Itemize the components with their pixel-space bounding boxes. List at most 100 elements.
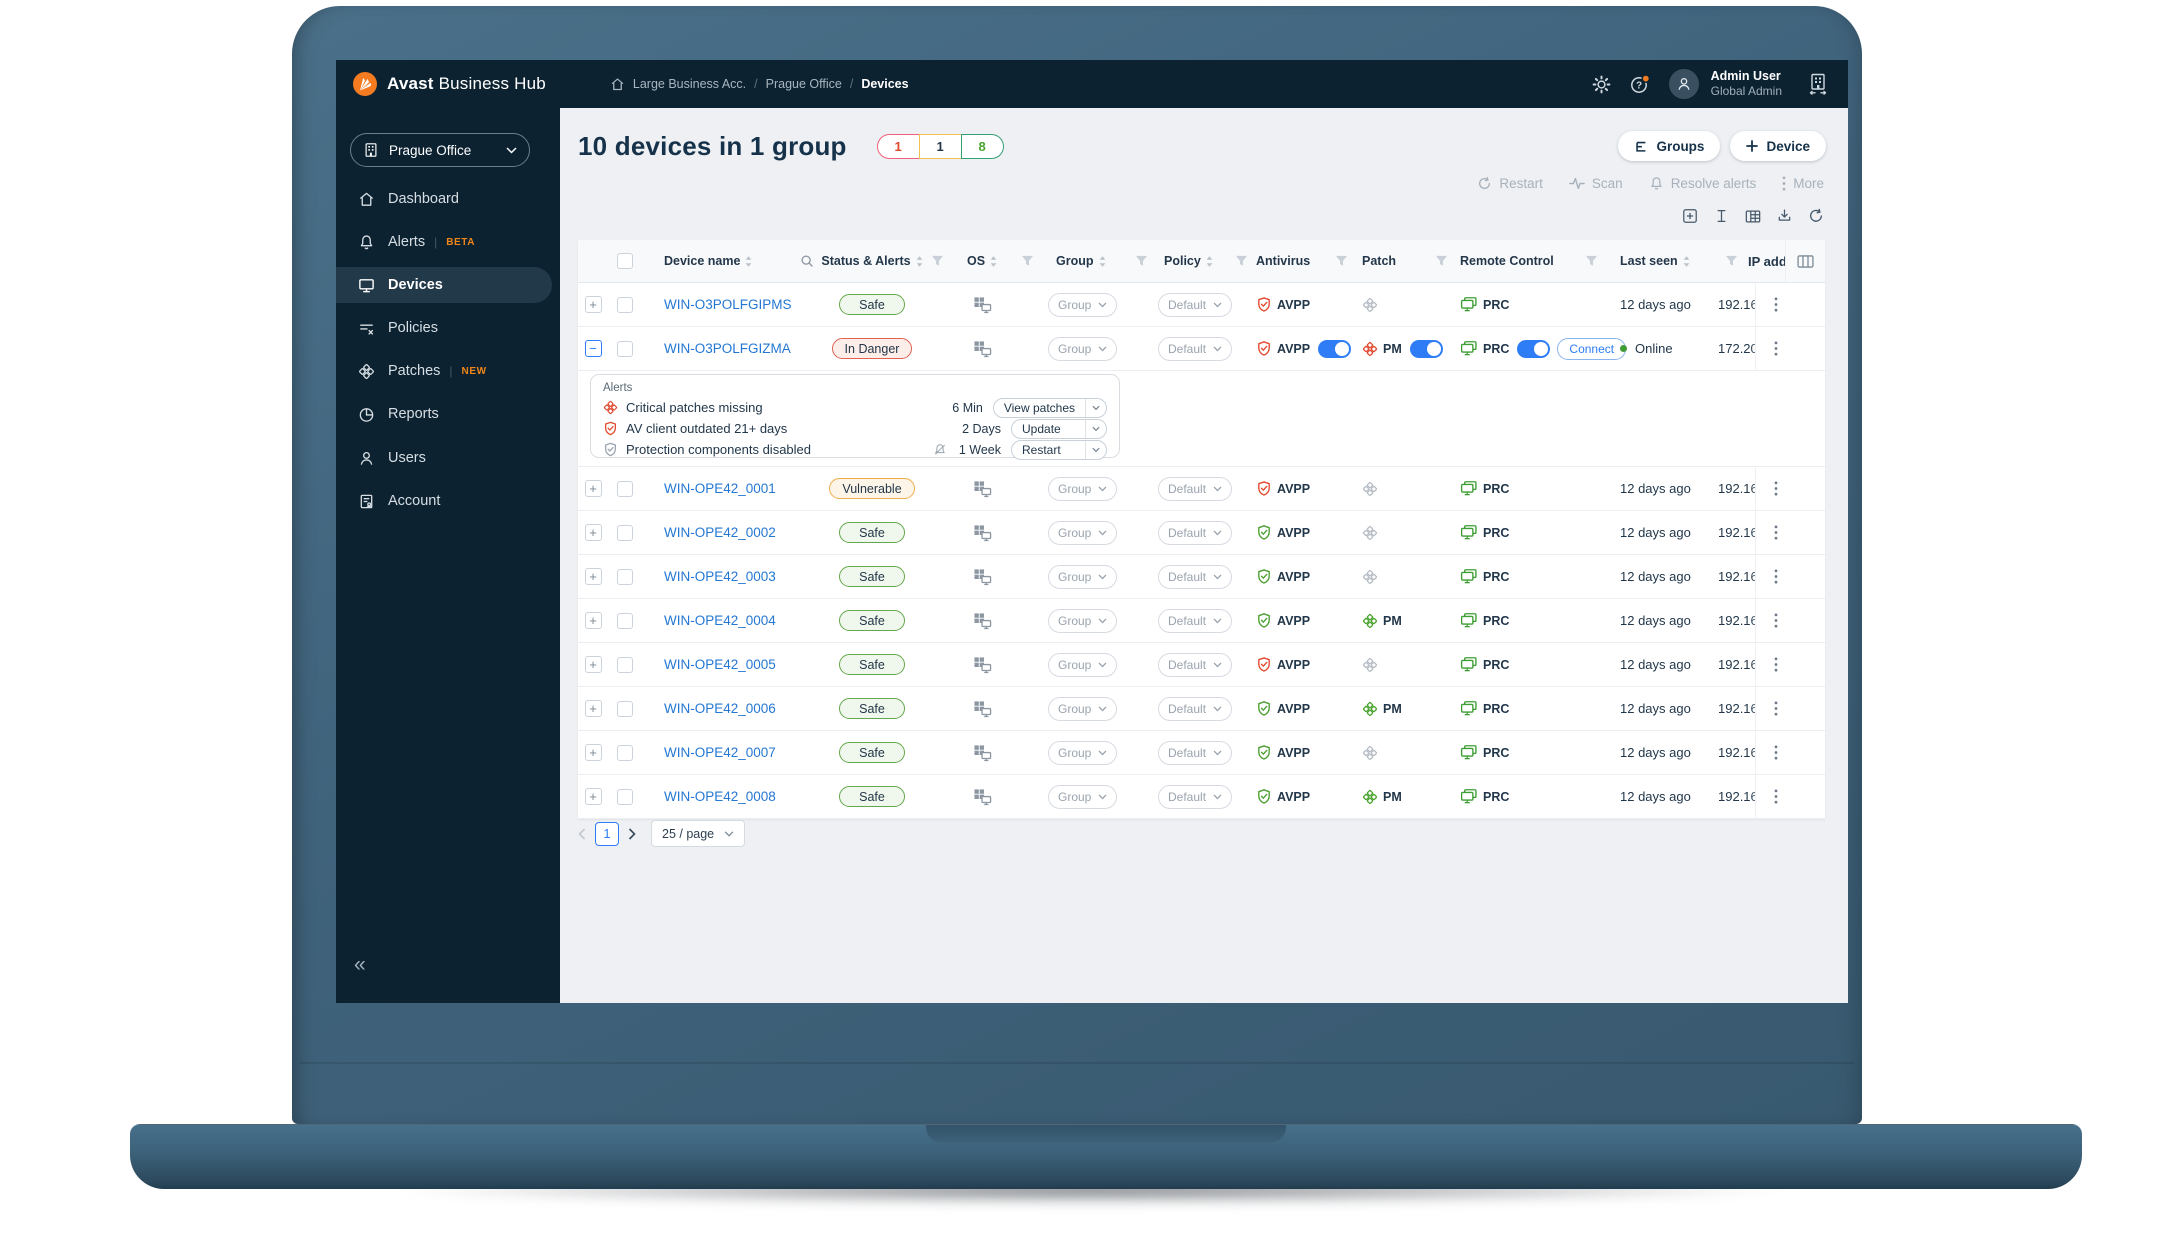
row-menu-kebab[interactable] (1771, 654, 1781, 675)
add-device-button[interactable]: Device (1730, 131, 1826, 161)
patch-toggle[interactable] (1409, 339, 1443, 358)
policy-dropdown[interactable]: Default (1158, 476, 1233, 501)
column-header[interactable]: Device name (664, 254, 740, 268)
row-menu-kebab[interactable] (1771, 610, 1781, 631)
column-header[interactable]: Policy (1164, 254, 1201, 268)
sidebar-item-devices[interactable]: Devices (336, 267, 552, 303)
filter-icon[interactable] (1335, 255, 1348, 267)
filter-icon[interactable] (1235, 255, 1248, 267)
chevron-down-icon[interactable] (1085, 440, 1106, 459)
row-expander[interactable]: + (584, 612, 602, 629)
sidebar-item-dashboard[interactable]: Dashboard (336, 181, 552, 217)
row-menu-kebab[interactable] (1771, 786, 1781, 807)
row-menu-kebab[interactable] (1771, 522, 1781, 543)
column-header[interactable]: Status & Alerts (821, 254, 910, 268)
policy-dropdown[interactable]: Default (1158, 696, 1233, 721)
restart-action[interactable]: Restart (1477, 176, 1543, 191)
policy-dropdown[interactable]: Default (1158, 520, 1233, 545)
breadcrumb-item[interactable]: Prague Office (766, 77, 842, 91)
prev-page-icon[interactable] (578, 827, 586, 840)
device-name-link[interactable]: WIN-OPE42_0002 (664, 525, 776, 540)
antivirus-toggle[interactable] (1318, 339, 1352, 358)
gear-icon[interactable] (1592, 75, 1611, 94)
row-expander[interactable]: + (584, 656, 602, 673)
group-dropdown[interactable]: Group (1048, 520, 1118, 545)
policy-dropdown[interactable]: Default (1158, 784, 1233, 809)
alert-action-button[interactable]: Update (1011, 418, 1107, 439)
select-all-checkbox[interactable] (617, 253, 633, 269)
scan-action[interactable]: Scan (1569, 176, 1623, 191)
sidebar-item-account[interactable]: Account (336, 483, 552, 519)
column-header[interactable]: Antivirus (1256, 254, 1310, 268)
export-icon[interactable] (1777, 208, 1792, 224)
row-checkbox[interactable] (617, 700, 633, 717)
row-checkbox[interactable] (617, 524, 633, 541)
device-name-link[interactable]: WIN-O3POLFGIZMA (664, 341, 791, 356)
user-info[interactable]: Admin User Global Admin (1711, 69, 1782, 100)
row-expander[interactable]: + (584, 744, 602, 761)
filter-icon[interactable] (1021, 255, 1034, 267)
help-icon[interactable]: ? (1629, 74, 1651, 94)
row-checkbox[interactable] (617, 656, 633, 673)
policy-dropdown[interactable]: Default (1158, 564, 1233, 589)
row-checkbox[interactable] (617, 480, 633, 497)
device-name-link[interactable]: WIN-OPE42_0006 (664, 701, 776, 716)
page-number[interactable]: 1 (595, 821, 619, 846)
row-expander[interactable]: + (584, 700, 602, 717)
alert-action-button[interactable]: View patches (992, 397, 1107, 418)
table-columns-icon[interactable] (1745, 209, 1761, 224)
sort-icon[interactable] (745, 255, 752, 267)
device-name-link[interactable]: WIN-OPE42_0007 (664, 745, 776, 760)
row-menu-kebab[interactable] (1771, 338, 1781, 359)
filter-icon[interactable] (1435, 255, 1448, 267)
row-checkbox[interactable] (617, 744, 633, 761)
filter-icon[interactable] (1585, 255, 1598, 267)
group-dropdown[interactable]: Group (1048, 336, 1118, 361)
site-selector[interactable]: Prague Office (350, 133, 530, 167)
chevron-down-icon[interactable] (1085, 398, 1106, 417)
column-picker-icon[interactable] (1797, 254, 1814, 268)
row-checkbox[interactable] (617, 296, 633, 313)
row-checkbox[interactable] (617, 568, 633, 585)
column-header[interactable]: IP address (1748, 254, 1785, 269)
remote-control-toggle[interactable] (1517, 339, 1551, 358)
sort-icon[interactable] (1206, 255, 1213, 267)
group-dropdown[interactable]: Group (1048, 740, 1118, 765)
row-checkbox[interactable] (617, 612, 633, 629)
expand-rows-icon[interactable] (1682, 208, 1698, 224)
refresh-icon[interactable] (1808, 208, 1824, 224)
policy-dropdown[interactable]: Default (1158, 652, 1233, 677)
group-dropdown[interactable]: Group (1048, 564, 1118, 589)
row-menu-kebab[interactable] (1771, 294, 1781, 315)
device-name-link[interactable]: WIN-OPE42_0003 (664, 569, 776, 584)
more-action[interactable]: More (1782, 176, 1824, 191)
row-expander[interactable]: + (584, 480, 602, 497)
avatar[interactable] (1668, 69, 1699, 99)
safe-count-badge[interactable]: 8 (960, 133, 1004, 159)
sidebar-item-policies[interactable]: Policies (336, 310, 552, 346)
warning-count-badge[interactable]: 1 (918, 133, 962, 159)
group-dropdown[interactable]: Group (1048, 696, 1118, 721)
search-icon[interactable] (800, 254, 814, 268)
device-name-link[interactable]: WIN-OPE42_0004 (664, 613, 776, 628)
danger-count-badge[interactable]: 1 (876, 133, 920, 159)
filter-icon[interactable] (1725, 255, 1738, 267)
group-dropdown[interactable]: Group (1048, 292, 1118, 317)
next-page-icon[interactable] (628, 827, 636, 840)
row-expander[interactable]: + (584, 524, 602, 541)
row-expander[interactable]: + (584, 296, 602, 313)
row-expander[interactable]: + (584, 568, 602, 585)
row-checkbox[interactable] (617, 788, 633, 805)
per-page-select[interactable]: 25 / page (651, 820, 746, 847)
sidebar-item-alerts[interactable]: Alerts | BETA (336, 224, 552, 260)
group-dropdown[interactable]: Group (1048, 652, 1118, 677)
company-switcher-icon[interactable] (1806, 72, 1830, 96)
column-header[interactable]: Patch (1362, 254, 1396, 268)
filter-icon[interactable] (1135, 255, 1148, 267)
sidebar-collapse-button[interactable]: « (354, 953, 366, 977)
device-name-link[interactable]: WIN-O3POLFGIPMS (664, 297, 792, 312)
row-expander[interactable]: − (584, 340, 602, 357)
sort-icon[interactable] (1099, 255, 1106, 267)
row-expander[interactable]: + (584, 788, 602, 805)
row-menu-kebab[interactable] (1771, 698, 1781, 719)
